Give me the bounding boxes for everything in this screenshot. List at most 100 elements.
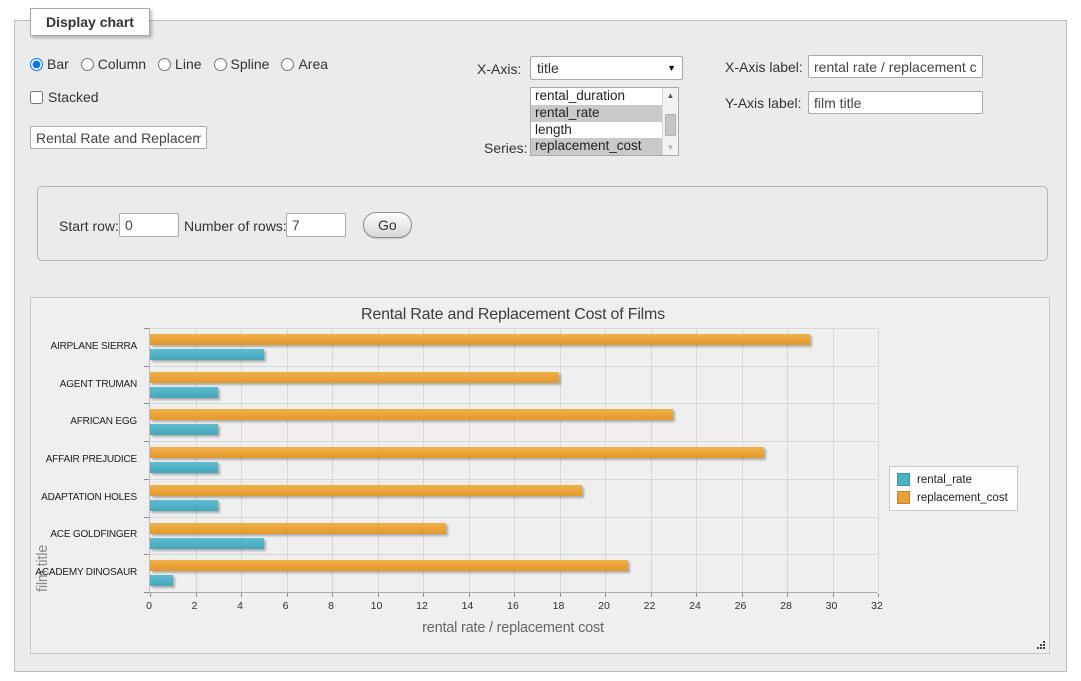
y-tick-mark xyxy=(144,441,149,442)
series-option-replacement_cost[interactable]: replacement_cost xyxy=(531,138,662,155)
x-tick-label: 10 xyxy=(371,600,383,612)
x-tick-label: 20 xyxy=(598,600,610,612)
radio-label: Area xyxy=(298,56,328,72)
series-option-rental_rate[interactable]: rental_rate xyxy=(531,105,662,122)
y-tick-mark xyxy=(144,366,149,367)
x-tick-mark xyxy=(196,593,197,597)
x-tick-label: 32 xyxy=(871,600,883,612)
grid-line xyxy=(469,328,470,592)
legend-swatch-icon xyxy=(897,473,910,486)
grid-line xyxy=(514,328,515,592)
grid-line xyxy=(742,328,743,592)
x-tick-mark xyxy=(742,593,743,597)
grid-line xyxy=(150,441,877,442)
grid-line xyxy=(787,328,788,592)
x-axis-title: rental rate / replacement cost xyxy=(149,620,877,636)
scrollbar-up-icon[interactable]: ▲ xyxy=(663,88,678,103)
radio-icon[interactable] xyxy=(214,58,227,71)
grid-line xyxy=(378,328,379,592)
stacked-checkbox-row[interactable]: Stacked xyxy=(30,89,99,105)
chart-type-radio-group: Bar Column Line Spline Area xyxy=(30,56,328,72)
scrollbar-thumb[interactable] xyxy=(665,114,676,136)
chart-type-area[interactable]: Area xyxy=(281,56,328,72)
legend-label: rental_rate xyxy=(917,474,972,486)
chart-type-spline[interactable]: Spline xyxy=(214,56,270,72)
legend-item: replacement_cost xyxy=(897,491,1008,504)
x-tick-label: 16 xyxy=(507,600,519,612)
series-label: Series: xyxy=(484,140,528,156)
x-tick-mark xyxy=(514,593,515,597)
grid-line xyxy=(651,328,652,592)
legend-swatch-icon xyxy=(897,491,910,504)
y-axis-label-input[interactable] xyxy=(808,91,983,114)
series-scrollbar[interactable]: ▲ ▼ xyxy=(662,88,678,155)
radio-icon[interactable] xyxy=(81,58,94,71)
chart-type-column[interactable]: Column xyxy=(81,56,146,72)
display-chart-legend: Display chart xyxy=(30,8,150,36)
series-option-rental_duration[interactable]: rental_duration xyxy=(531,88,662,105)
x-tick-mark xyxy=(423,593,424,597)
x-tick-label: 14 xyxy=(462,600,474,612)
start-row-input[interactable] xyxy=(119,213,179,237)
radio-icon[interactable] xyxy=(30,58,43,71)
x-axis-line xyxy=(149,592,877,593)
radio-icon[interactable] xyxy=(281,58,294,71)
category-label: ACE GOLDFINGER xyxy=(31,529,137,540)
grid-line xyxy=(560,328,561,592)
num-rows-label: Number of rows: xyxy=(184,218,287,234)
grid-line xyxy=(150,366,877,367)
x-tick-label: 12 xyxy=(416,600,428,612)
bar-replacement_cost xyxy=(150,447,764,458)
x-axis-label-input[interactable] xyxy=(808,55,983,78)
x-tick-mark xyxy=(150,593,151,597)
grid-line xyxy=(833,328,834,592)
rows-panel: Start row: Number of rows: Go xyxy=(37,186,1048,261)
grid-line xyxy=(196,328,197,592)
chart-type-line[interactable]: Line xyxy=(158,56,201,72)
series-listbox-items: rental_durationrental_ratelengthreplacem… xyxy=(531,88,662,155)
series-option-length[interactable]: length xyxy=(531,122,662,139)
stacked-checkbox[interactable] xyxy=(30,91,43,104)
x-tick-label: 18 xyxy=(553,600,565,612)
bar-rental_rate xyxy=(150,575,173,586)
x-tick-label: 4 xyxy=(237,600,243,612)
grid-line xyxy=(332,328,333,592)
num-rows-input[interactable] xyxy=(286,213,346,237)
x-tick-mark xyxy=(833,593,834,597)
x-tick-label: 8 xyxy=(328,600,334,612)
grid-line xyxy=(150,403,877,404)
chart-container: Rental Rate and Replacement Cost of Film… xyxy=(30,297,1050,654)
x-tick-label: 22 xyxy=(644,600,656,612)
bar-rental_rate xyxy=(150,349,264,360)
series-listbox[interactable]: rental_durationrental_ratelengthreplacem… xyxy=(530,87,679,156)
legend-label: replacement_cost xyxy=(917,492,1008,504)
y-tick-mark xyxy=(144,517,149,518)
x-axis-select[interactable]: title ▼ xyxy=(530,56,683,80)
grid-line xyxy=(150,479,877,480)
x-tick-mark xyxy=(241,593,242,597)
x-axis-select-value: title xyxy=(537,60,559,76)
x-tick-label: 26 xyxy=(735,600,747,612)
grid-line xyxy=(878,328,879,592)
category-label: AIRPLANE SIERRA xyxy=(31,341,137,352)
plot-area xyxy=(149,328,877,592)
radio-icon[interactable] xyxy=(158,58,171,71)
scrollbar-down-icon[interactable]: ▼ xyxy=(663,140,678,155)
category-label: AFRICAN EGG xyxy=(31,416,137,427)
radio-label: Line xyxy=(175,56,201,72)
x-tick-mark xyxy=(469,593,470,597)
bar-rental_rate xyxy=(150,387,218,398)
x-tick-mark xyxy=(878,593,879,597)
grid-line xyxy=(605,328,606,592)
x-tick-mark xyxy=(696,593,697,597)
chart-type-bar[interactable]: Bar xyxy=(30,56,69,72)
bar-rental_rate xyxy=(150,462,218,473)
bar-rental_rate xyxy=(150,424,218,435)
y-axis-label-label: Y-Axis label: xyxy=(725,95,802,111)
chart-title-input[interactable] xyxy=(30,126,207,149)
radio-label: Bar xyxy=(47,56,69,72)
go-button[interactable]: Go xyxy=(363,212,412,238)
x-tick-labels: 02468101214161820222426283032 xyxy=(149,600,877,613)
resize-handle-icon[interactable] xyxy=(1035,639,1046,650)
x-tick-label: 2 xyxy=(192,600,198,612)
